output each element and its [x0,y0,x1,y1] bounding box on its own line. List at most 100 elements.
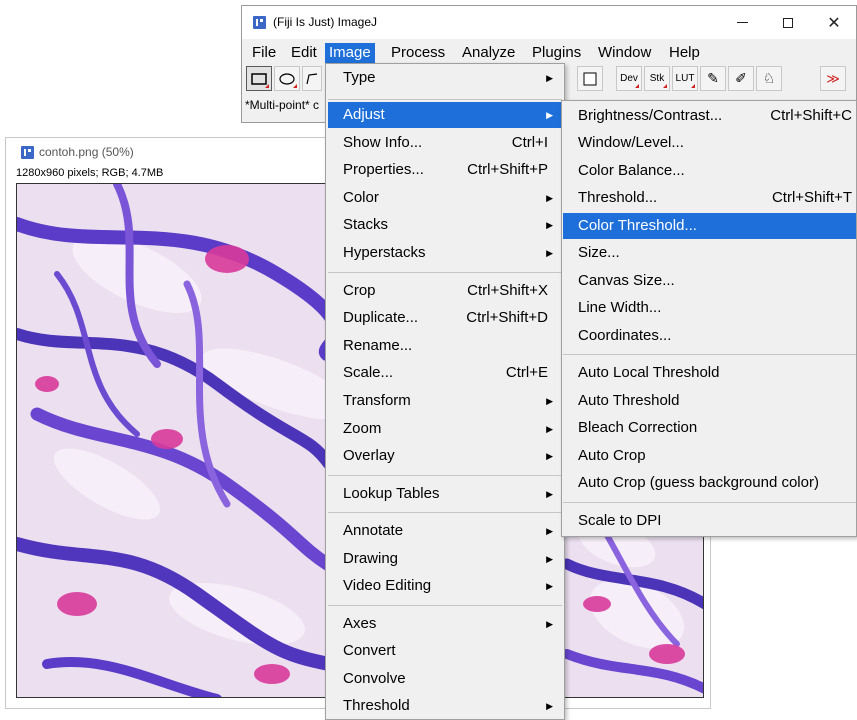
menu-item-hyperstacks[interactable]: Hyperstacks ▶ [328,240,562,266]
menu-item-convert[interactable]: Convert [328,638,562,664]
menu-item-transform[interactable]: Transform ▶ [328,388,562,414]
menu-item-label: Line Width... [578,299,662,316]
menu-item-zoom[interactable]: Zoom ▶ [328,416,562,442]
submenu-arrow-icon: ▶ [546,110,553,120]
menu-item-shortcut: Ctrl+Shift+X [467,282,548,299]
menu-item-label: Auto Threshold [578,392,680,409]
menu-item-label: Auto Local Threshold [578,364,720,381]
menu-item-scale-to-dpi[interactable]: Scale to DPI [563,508,856,534]
menu-separator [328,272,562,273]
menu-item-brightness-contrast[interactable]: Brightness/Contrast... Ctrl+Shift+C [563,103,856,129]
menu-item-threshold[interactable]: Threshold ▶ [328,693,562,719]
menubar: File Edit Image Process Analyze Plugins … [242,41,856,63]
menu-item-crop[interactable]: Crop Ctrl+Shift+X [328,278,562,304]
menu-window[interactable]: Window [594,43,655,63]
menu-item-color-threshold[interactable]: Color Threshold... [563,213,856,239]
menu-item-label: Scale to DPI [578,512,662,529]
menu-item-shortcut: Ctrl+Shift+C [770,107,852,124]
menu-item-coordinates[interactable]: Coordinates... [563,323,856,349]
menu-item-adjust[interactable]: Adjust ▶ [328,102,562,128]
menu-separator [328,605,562,606]
maximize-button[interactable] [766,6,810,39]
menu-item-label: Scale... [343,364,394,381]
menu-item-show-info[interactable]: Show Info... Ctrl+I [328,130,562,156]
menu-item-label: Lookup Tables [343,485,440,502]
menu-plugins[interactable]: Plugins [528,43,585,63]
imagej-titlebar[interactable]: (Fiji Is Just) ImageJ ✕ [242,6,856,39]
menu-item-auto-local-threshold[interactable]: Auto Local Threshold [563,360,856,386]
menu-item-lookup-tables[interactable]: Lookup Tables ▶ [328,481,562,507]
menu-item-convolve[interactable]: Convolve [328,666,562,692]
menu-item-label: Axes [343,615,377,632]
menu-item-auto-crop[interactable]: Auto Crop [563,443,856,469]
menu-item-properties[interactable]: Properties... Ctrl+Shift+P [328,157,562,183]
menu-item-drawing[interactable]: Drawing ▶ [328,546,562,572]
menu-item-type[interactable]: Type ▶ [328,65,562,91]
menu-analyze[interactable]: Analyze [458,43,519,63]
lut-tool-icon[interactable]: LUT [672,66,698,91]
menu-item-label: Convolve [343,670,406,687]
menu-item-video-editing[interactable]: Video Editing ▶ [328,573,562,599]
menu-item-axes[interactable]: Axes ▶ [328,611,562,637]
rectangle-tool-icon[interactable] [246,66,272,91]
menu-item-rename[interactable]: Rename... [328,333,562,359]
menu-item-label: Coordinates... [578,327,672,344]
menu-item-label: Show Info... [343,134,423,151]
menu-help[interactable]: Help [665,43,704,63]
menu-separator [328,512,562,513]
menu-item-color-balance[interactable]: Color Balance... [563,158,856,184]
menu-item-auto-threshold[interactable]: Auto Threshold [563,388,856,414]
menu-item-shortcut: Ctrl+Shift+P [467,161,548,178]
menu-separator [328,475,562,476]
submenu-arrow-icon: ▶ [546,220,553,230]
minimize-button[interactable] [720,6,764,39]
menu-item-label: Convert [343,642,396,659]
close-button[interactable]: ✕ [812,6,856,39]
menu-item-window-level[interactable]: Window/Level... [563,130,856,156]
menu-item-size[interactable]: Size... [563,240,856,266]
menu-item-bleach-correction[interactable]: Bleach Correction [563,415,856,441]
menu-item-label: Transform [343,392,411,409]
menu-item-auto-crop-guess-bg[interactable]: Auto Crop (guess background color) [563,470,856,496]
menu-separator [563,502,856,503]
menu-item-threshold-adjust[interactable]: Threshold... Ctrl+Shift+T [563,185,856,211]
menu-item-line-width[interactable]: Line Width... [563,295,856,321]
pencil-tool-icon[interactable]: ✎ [700,66,726,91]
menu-item-shortcut: Ctrl+Shift+T [771,189,852,206]
submenu-arrow-icon: ▶ [546,193,553,203]
dev-tool-icon[interactable]: Dev [616,66,642,91]
menu-item-label: Bleach Correction [578,419,698,436]
menu-item-annotate[interactable]: Annotate ▶ [328,518,562,544]
brush-tool-icon[interactable]: ✐ [728,66,754,91]
menu-item-stacks[interactable]: Stacks ▶ [328,212,562,238]
menu-item-label: Color Balance... [578,162,685,179]
menu-item-duplicate[interactable]: Duplicate... Ctrl+Shift+D [328,305,562,331]
menu-item-label: Adjust [343,106,385,123]
more-tools-icon[interactable]: ≫ [820,66,846,91]
menu-item-label: Overlay [343,447,395,464]
menu-process[interactable]: Process [387,43,449,63]
menu-item-label: Auto Crop (guess background color) [578,474,819,491]
imagej-icon [253,16,266,29]
menu-item-overlay[interactable]: Overlay ▶ [328,443,562,469]
menu-item-shortcut: Ctrl+I [511,134,548,151]
stk-tool-icon[interactable]: Stk [644,66,670,91]
menu-item-label: Properties... [343,161,424,178]
flood-fill-tool-glyph: ♘ [762,70,776,86]
menu-file[interactable]: File [248,43,280,63]
dev-tool-label: Dev [620,73,638,84]
pencil-tool-glyph: ✎ [707,70,719,86]
menu-edit[interactable]: Edit [287,43,321,63]
menu-item-label: Crop [343,282,376,299]
menu-item-scale[interactable]: Scale... Ctrl+E [328,360,562,386]
polygon-tool-icon[interactable] [302,66,322,91]
menu-item-color[interactable]: Color ▶ [328,185,562,211]
oval-tool-icon[interactable] [274,66,300,91]
color-picker-tool-icon[interactable] [577,66,603,91]
menu-item-canvas-size[interactable]: Canvas Size... [563,268,856,294]
menu-item-shortcut: Ctrl+E [505,364,548,381]
menu-separator [328,99,562,100]
menu-image[interactable]: Image [325,43,375,63]
flood-fill-tool-icon[interactable]: ♘ [756,66,782,91]
submenu-arrow-icon: ▶ [546,526,553,536]
